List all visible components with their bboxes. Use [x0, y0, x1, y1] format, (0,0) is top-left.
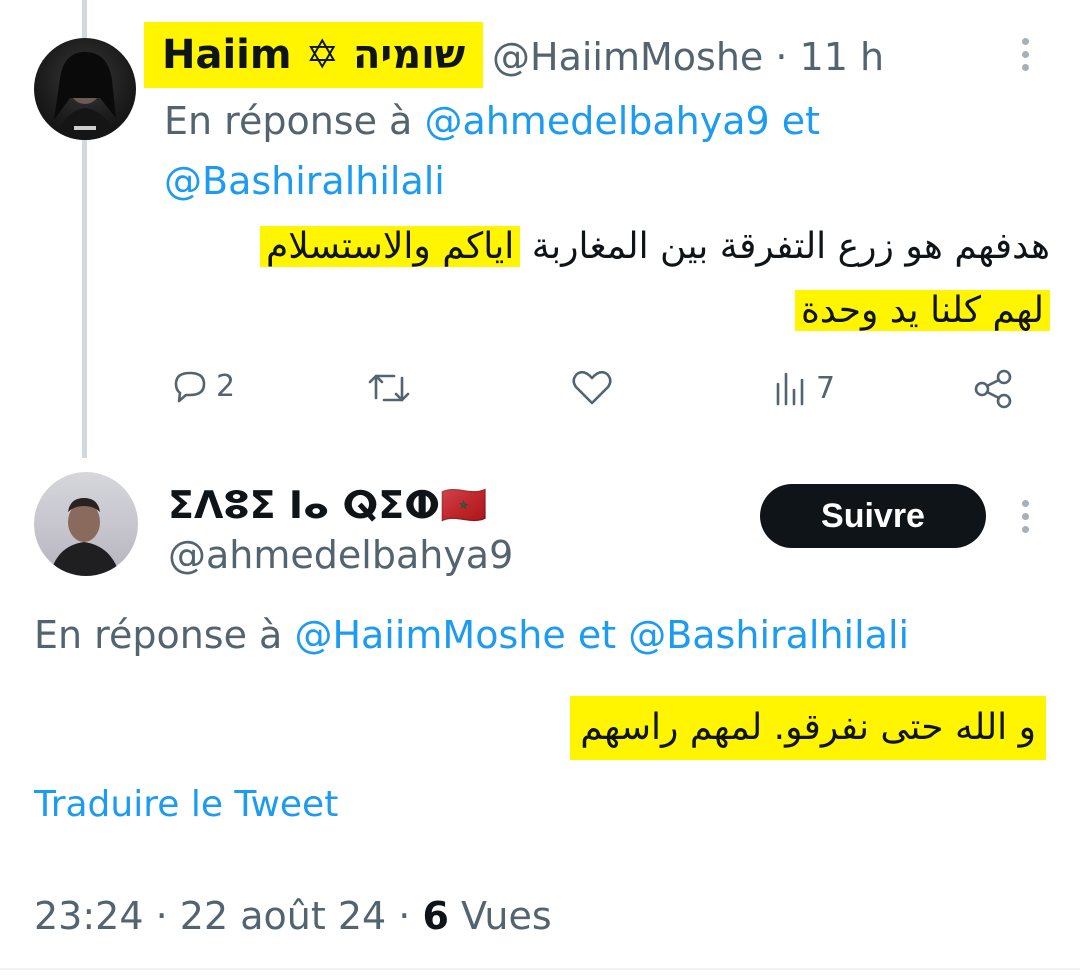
tweet2-text: و الله حتى نفرقو. لمهم راسهم	[570, 696, 1046, 760]
reply-and: et	[781, 99, 821, 143]
separator-dot: ·	[775, 35, 788, 79]
like-button[interactable]	[570, 368, 614, 408]
reply-count: 2	[216, 368, 236, 404]
text-plain: هدفهم هو زرع التفرقة بين المغاربة	[531, 226, 1050, 267]
share-icon	[974, 369, 1012, 409]
follow-button[interactable]: Suivre	[760, 484, 986, 548]
tweet-date[interactable]: 22 août 24	[180, 894, 386, 938]
mention-bashiralhilali-2[interactable]: @Bashiralhilali	[628, 613, 909, 657]
mention-bashiralhilali[interactable]: @Bashiralhilali	[164, 156, 445, 206]
meta-sep-1: ·	[155, 894, 168, 938]
tweet-time[interactable]: 11 h	[800, 35, 885, 79]
tweet-meta: 23:24 · 22 août 24 · 6 Vues	[34, 890, 552, 942]
meta-sep-2: ·	[398, 894, 411, 938]
translate-link[interactable]: Traduire le Tweet	[34, 780, 338, 830]
views-label: Vues	[461, 894, 552, 938]
avatar-haiim[interactable]	[34, 38, 136, 140]
retweet-icon	[368, 374, 410, 402]
reply-context-2: En réponse à @HaiimMoshe et @Bashiralhil…	[34, 610, 909, 660]
tweet-text-line1: هدفهم هو زرع التفرقة بين المغاربة اياكم …	[259, 216, 1050, 278]
more-icon[interactable]	[1021, 38, 1029, 71]
views-button[interactable]: 7	[774, 368, 835, 408]
reply-and-2: et	[577, 613, 617, 657]
views-count: 7	[816, 370, 836, 406]
retweet-button[interactable]	[366, 368, 412, 408]
handle-haiim[interactable]: @HaiimMoshe	[492, 35, 763, 79]
avatar-ahmedelbahya9[interactable]	[34, 472, 138, 576]
display-name-ahmedelbahya9[interactable]: ⵉⴷⵓⵉ ⵏⴰ ⵕⵉⵀ🇲🇦	[168, 480, 487, 530]
display-name-haiim[interactable]: Haiim ✡ שומיה	[144, 22, 484, 88]
mention-haiimmoshe[interactable]: @HaiimMoshe	[294, 613, 565, 657]
tweet-text-line2: لهم كلنا يد وحدة	[794, 280, 1050, 342]
reply-context-1: En réponse à @ahmedelbahya9 et	[164, 96, 820, 146]
more-icon-2[interactable]	[1021, 500, 1029, 533]
mention-ahmedelbahya9[interactable]: @ahmedelbahya9	[424, 99, 769, 143]
reply-prefix: En réponse à	[164, 99, 413, 143]
avatar-image	[54, 52, 116, 140]
views-icon	[776, 372, 804, 406]
views-count-2: 6	[422, 894, 449, 938]
reply-icon	[174, 371, 206, 403]
text-highlight-2: لهم كلنا يد وحدة	[794, 290, 1050, 331]
avatar-image-2	[50, 498, 120, 576]
share-button[interactable]	[972, 368, 1014, 410]
text-highlight: اياكم والاستسلام	[259, 226, 521, 267]
tweet-time-2[interactable]: 23:24	[34, 894, 144, 938]
reply-prefix-2: En réponse à	[34, 613, 283, 657]
divider	[0, 968, 1080, 970]
reply-button[interactable]: 2	[170, 366, 235, 406]
handle-ahmedelbahya9[interactable]: @ahmedelbahya9	[168, 530, 513, 580]
heart-icon	[572, 370, 612, 405]
